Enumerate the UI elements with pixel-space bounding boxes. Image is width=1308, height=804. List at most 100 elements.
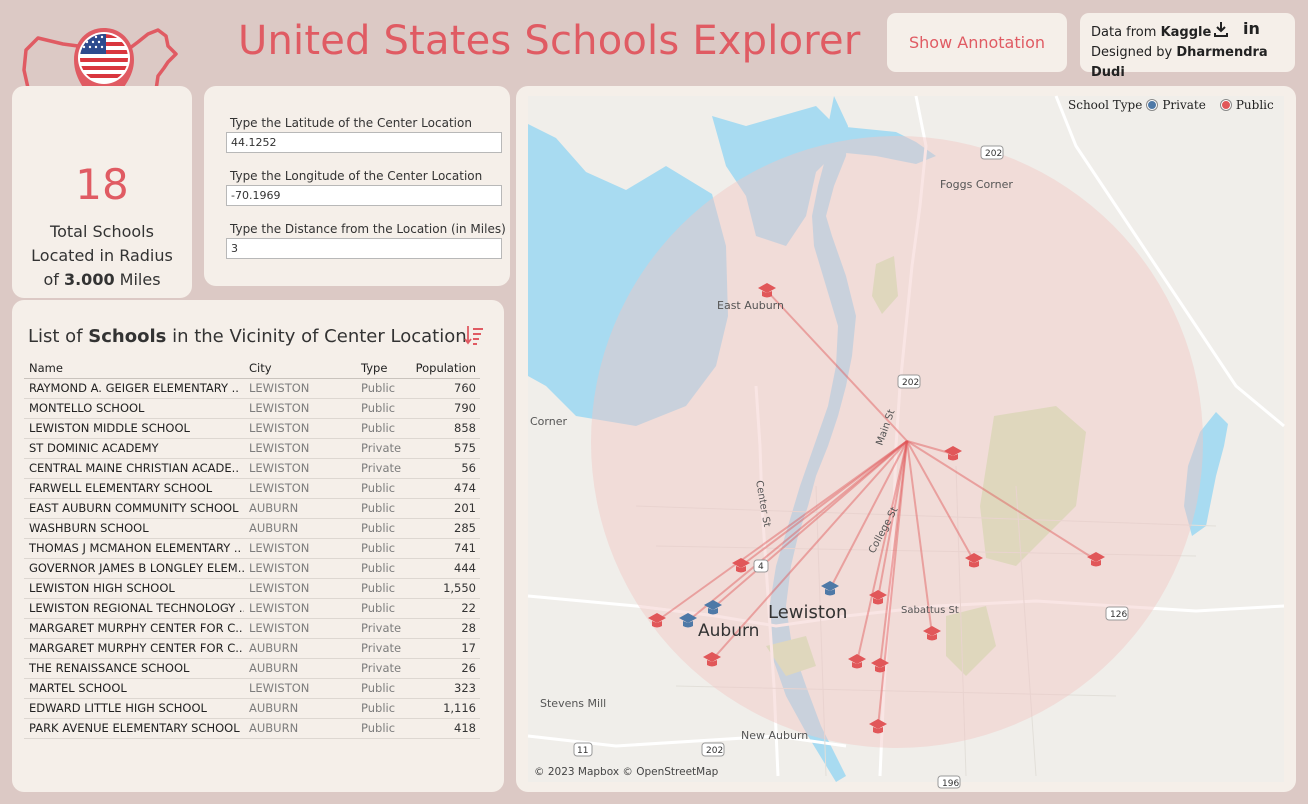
radius-unit: Miles (114, 270, 161, 289)
school-city-cell: AUBURN (244, 658, 356, 679)
school-name-cell: EDWARD LITTLE HIGH SCHOOL (24, 698, 244, 719)
col-header-type[interactable]: Type (356, 358, 410, 379)
school-type-cell: Public (356, 718, 410, 739)
school-population-cell: 28 (410, 618, 480, 639)
table-row[interactable]: RAYMOND A. GEIGER ELEMENTARY .. LEWISTON P… (24, 378, 480, 399)
longitude-input[interactable] (226, 185, 502, 206)
legend-private-dot[interactable] (1147, 100, 1158, 110)
road-shield-202-north: 202 (985, 149, 1002, 159)
road-shield-126: 126 (1110, 610, 1127, 620)
school-name-cell: MARTEL SCHOOL (24, 678, 244, 699)
legend-public-label[interactable]: Public (1236, 98, 1274, 112)
school-name-cell: WASHBURN SCHOOL (24, 518, 244, 539)
school-type-cell: Public (356, 598, 410, 619)
school-population-cell: 22 (410, 598, 480, 619)
col-header-population[interactable]: Population (410, 358, 480, 379)
school-population-cell: 418 (410, 718, 480, 739)
latitude-input[interactable] (226, 132, 502, 153)
school-city-cell: AUBURN (244, 638, 356, 659)
table-row[interactable]: LEWISTON HIGH SCHOOL LEWISTON Public 1,550 (24, 578, 480, 599)
table-row[interactable]: THOMAS J MCMAHON ELEMENTARY .. LEWISTON Pu… (24, 538, 480, 559)
show-annotation-button[interactable]: Show Annotation (887, 13, 1067, 72)
table-row[interactable]: GOVERNOR JAMES B LONGLEY ELEM.. LEWISTON P… (24, 558, 480, 579)
sort-descending-icon[interactable] (464, 324, 484, 346)
distance-input[interactable] (226, 238, 502, 259)
table-row[interactable]: LEWISTON REGIONAL TECHNOLOGY .. LEWISTON P… (24, 598, 480, 619)
school-population-cell: 201 (410, 498, 480, 519)
school-name-cell: PARK AVENUE ELEMENTARY SCHOOL (24, 718, 244, 739)
school-type-cell: Public (356, 478, 410, 499)
data-source-name[interactable]: Kaggle (1161, 25, 1212, 40)
data-source-prefix: Data from (1091, 25, 1161, 40)
school-city-cell: AUBURN (244, 718, 356, 739)
school-type-cell: Public (356, 558, 410, 579)
school-name-cell: ST DOMINIC ACADEMY (24, 438, 244, 459)
search-radius-circle (591, 136, 1203, 748)
table-row[interactable]: THE RENAISSANCE SCHOOL AUBURN Private 26 (24, 658, 480, 679)
table-row[interactable]: MARTEL SCHOOL LEWISTON Public 323 (24, 678, 480, 699)
school-population-cell: 56 (410, 458, 480, 479)
col-header-city[interactable]: City (244, 358, 356, 379)
table-row[interactable]: MARGARET MURPHY CENTER FOR C.. LEWISTON Pr… (24, 618, 480, 639)
table-row[interactable]: EAST AUBURN COMMUNITY SCHOOL AUBURN Public… (24, 498, 480, 519)
table-row[interactable]: WASHBURN SCHOOL AUBURN Public 285 (24, 518, 480, 539)
street-label-sabattus-st: Sabattus St (901, 605, 959, 616)
school-city-cell: AUBURN (244, 698, 356, 719)
school-city-cell: LEWISTON (244, 618, 356, 639)
page-title: United States Schools Explorer (238, 18, 861, 64)
table-row[interactable]: MARGARET MURPHY CENTER FOR C.. AUBURN Priv… (24, 638, 480, 659)
map-copyright[interactable]: © 2023 Mapbox © OpenStreetMap (534, 766, 718, 778)
table-row[interactable]: LEWISTON MIDDLE SCHOOL LEWISTON Public 858 (24, 418, 480, 439)
map-canvas[interactable]: Foggs Corner East Auburn Corner Lewiston… (516, 86, 1296, 792)
school-name-cell: THE RENAISSANCE SCHOOL (24, 658, 244, 679)
school-city-cell: AUBURN (244, 498, 356, 519)
school-city-cell: LEWISTON (244, 398, 356, 419)
caption-line-1: Total Schools (50, 222, 154, 241)
school-name-cell: LEWISTON HIGH SCHOOL (24, 578, 244, 599)
school-name-cell: THOMAS J MCMAHON ELEMENTARY .. (24, 538, 244, 559)
school-population-cell: 26 (410, 658, 480, 679)
table-row[interactable]: PARK AVENUE ELEMENTARY SCHOOL AUBURN Publi… (24, 718, 480, 739)
caption-line-3: of 3.000 Miles (0, 268, 204, 292)
place-label-stevens-mill: Stevens Mill (540, 697, 606, 710)
school-name-cell: LEWISTON MIDDLE SCHOOL (24, 418, 244, 439)
credits-box: Data from Kaggle Designed by Dharmendra … (1080, 13, 1295, 80)
school-population-cell: 741 (410, 538, 480, 559)
school-population-cell: 323 (410, 678, 480, 699)
school-city-cell: LEWISTON (244, 458, 356, 479)
school-city-cell: LEWISTON (244, 598, 356, 619)
table-row[interactable]: MONTELLO SCHOOL LEWISTON Public 790 (24, 398, 480, 419)
school-list-title: List of Schools in the Vicinity of Cente… (28, 326, 467, 347)
place-label-corner: Corner (530, 415, 567, 428)
legend-public-dot[interactable] (1220, 100, 1231, 110)
table-row[interactable]: EDWARD LITTLE HIGH SCHOOL AUBURN Public 1,1… (24, 698, 480, 719)
school-type-cell: Public (356, 498, 410, 519)
designer-credit: Designed by Dharmendra Dudi (1091, 43, 1295, 83)
school-population-cell: 790 (410, 398, 480, 419)
table-row[interactable]: ST DOMINIC ACADEMY LEWISTON Private 575 (24, 438, 480, 459)
school-type-cell: Private (356, 638, 410, 659)
total-schools-caption: Total Schools Located in Radius of 3.000… (0, 220, 204, 292)
table-row[interactable]: CENTRAL MAINE CHRISTIAN ACADE.. LEWISTON P… (24, 458, 480, 479)
school-type-cell: Public (356, 418, 410, 439)
col-header-name[interactable]: Name (24, 358, 244, 379)
list-title-suffix: in the Vicinity of Center Location (166, 326, 467, 347)
school-population-cell: 17 (410, 638, 480, 659)
school-name-cell: MARGARET MURPHY CENTER FOR C.. (24, 618, 244, 639)
school-city-cell: LEWISTON (244, 678, 356, 699)
linkedin-icon[interactable]: in (1243, 19, 1260, 39)
school-population-cell: 474 (410, 478, 480, 499)
table-row[interactable]: FARWELL ELEMENTARY SCHOOL LEWISTON Public 4… (24, 478, 480, 499)
school-city-cell: LEWISTON (244, 418, 356, 439)
school-name-cell: MARGARET MURPHY CENTER FOR C.. (24, 638, 244, 659)
road-shield-4: 4 (758, 562, 764, 572)
school-type-cell: Public (356, 698, 410, 719)
map-panel[interactable]: Foggs Corner East Auburn Corner Lewiston… (516, 86, 1296, 792)
school-population-cell: 575 (410, 438, 480, 459)
school-type-cell: Private (356, 458, 410, 479)
school-type-cell: Public (356, 518, 410, 539)
download-icon[interactable] (1213, 21, 1229, 42)
school-name-cell: EAST AUBURN COMMUNITY SCHOOL (24, 498, 244, 519)
longitude-label: Type the Longitude of the Center Locatio… (230, 169, 483, 183)
legend-private-label[interactable]: Private (1162, 98, 1206, 112)
